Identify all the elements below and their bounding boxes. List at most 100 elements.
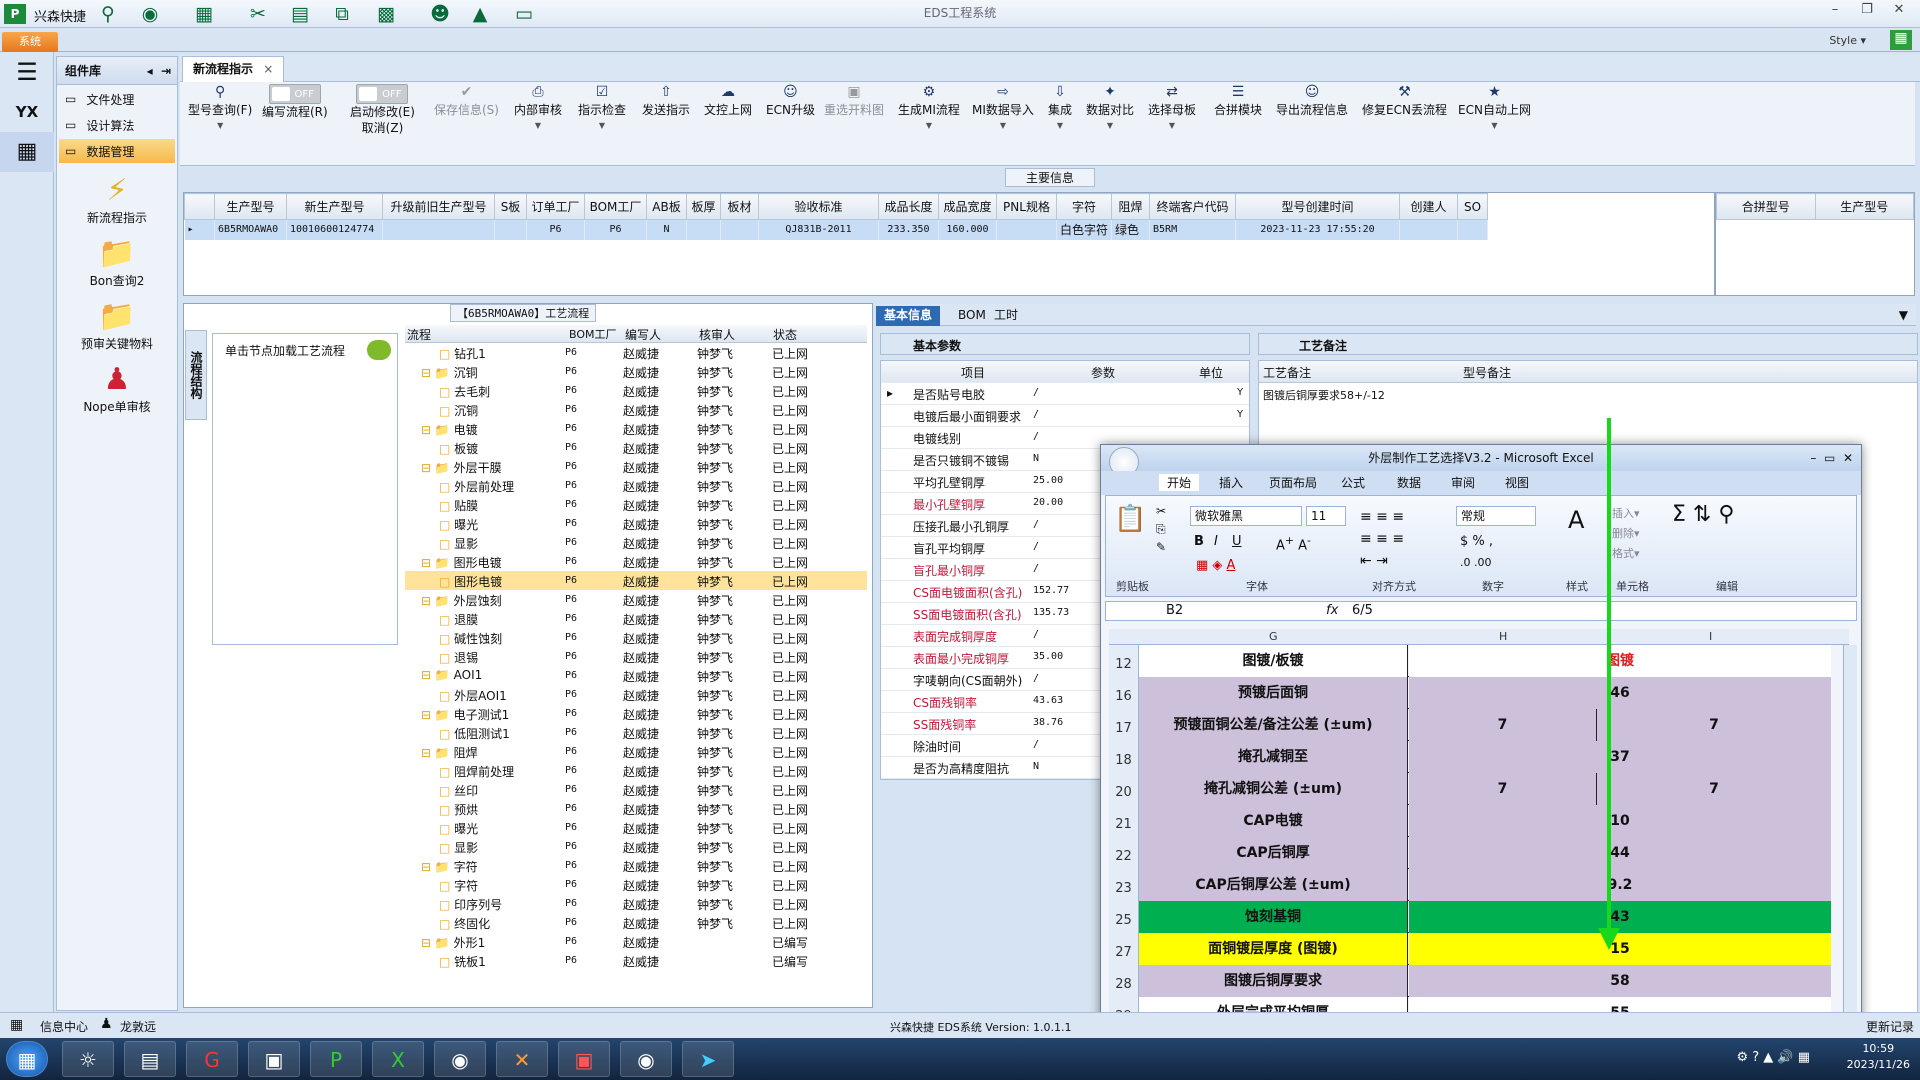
row-number[interactable]: 18 bbox=[1109, 741, 1139, 773]
collapse-icon[interactable]: ◂ ⇥ bbox=[147, 57, 171, 85]
menu-icon[interactable]: ☰ bbox=[0, 52, 54, 92]
ribbon-tab-data[interactable]: 数据 bbox=[1397, 474, 1421, 491]
window-controls-icon[interactable]: – ▭ ✕ bbox=[1810, 445, 1853, 471]
send-instruction-button[interactable]: ⇧ 发送指示 bbox=[642, 84, 690, 118]
tree-row[interactable]: □ 铣板1 P6 赵威捷 已编写 bbox=[405, 951, 867, 970]
col-header[interactable]: 编写人 bbox=[625, 326, 661, 343]
font-grow-icon[interactable]: A+ A- bbox=[1276, 534, 1311, 553]
label-cell[interactable]: CAP后铜厚 bbox=[1139, 837, 1408, 869]
tree-row[interactable]: □ 显影 P6 赵威捷 钟梦飞 已上网 bbox=[405, 533, 867, 552]
param-value[interactable]: / bbox=[1033, 673, 1039, 684]
param-row[interactable]: 电镀后最小面铜要求 / Y bbox=[881, 405, 1249, 427]
lib-new-process[interactable]: ⚡ 新流程指示 bbox=[57, 173, 177, 226]
integrate-button[interactable]: ⇩ 集成 ▼ bbox=[1048, 84, 1072, 134]
tree-node[interactable]: □ 阻焊前处理 bbox=[439, 763, 514, 780]
tree-row[interactable]: ⊟ 📁 电镀 P6 赵威捷 钟梦飞 已上网 bbox=[405, 419, 867, 438]
col-header[interactable]: 终端客户代码 bbox=[1149, 193, 1237, 220]
param-value[interactable]: / bbox=[1033, 431, 1039, 442]
taskbar-shell-icon[interactable]: ☼ bbox=[62, 1041, 114, 1077]
paste-icon[interactable]: 📋 bbox=[1114, 504, 1146, 534]
col-header[interactable]: 板材 bbox=[720, 193, 759, 220]
col-header[interactable]: 成品长度 bbox=[878, 193, 939, 220]
tree-node[interactable]: □ 显影 bbox=[439, 839, 478, 856]
taskbar-eye2-icon[interactable]: ◉ bbox=[620, 1041, 672, 1077]
col-header[interactable]: 订单工厂 bbox=[526, 193, 585, 220]
tree-node[interactable]: □ 印序列号 bbox=[439, 896, 502, 913]
label-cell[interactable]: 图镀后铜厚要求 bbox=[1139, 965, 1408, 997]
underline-icon[interactable]: U bbox=[1232, 534, 1242, 549]
param-value[interactable]: / bbox=[1033, 519, 1039, 530]
tree-row[interactable]: □ 终固化 P6 赵威捷 钟梦飞 已上网 bbox=[405, 913, 867, 932]
param-value[interactable]: / bbox=[1033, 739, 1039, 750]
param-value[interactable]: 20.00 bbox=[1033, 497, 1063, 508]
ecn-auto-online-button[interactable]: ★ ECN自动上网 ▼ bbox=[1458, 84, 1531, 134]
tree-node[interactable]: □ 沉铜 bbox=[439, 402, 478, 419]
tree-node[interactable]: □ 钻孔1 bbox=[439, 345, 486, 362]
col-header[interactable]: G bbox=[1269, 630, 1278, 643]
col-header[interactable]: 工艺备注 bbox=[1263, 364, 1311, 381]
ribbon-tab-layout[interactable]: 页面布局 bbox=[1269, 474, 1317, 491]
col-header[interactable]: 验收标准 bbox=[758, 193, 879, 220]
tab-new-process[interactable]: 新流程指示 × bbox=[182, 56, 285, 82]
italic-icon[interactable]: I bbox=[1214, 534, 1218, 549]
tab-basic-info[interactable]: 基本信息 bbox=[876, 306, 941, 326]
tree-node[interactable]: □ 曝光 bbox=[439, 820, 478, 837]
tab-hours[interactable]: 工时 bbox=[986, 306, 1026, 326]
fix-ecn-button[interactable]: ⚒ 修复ECN丢流程 bbox=[1362, 84, 1447, 118]
taskbar-browser-icon[interactable]: G bbox=[186, 1041, 238, 1077]
font-name-select[interactable]: 微软雅黑 bbox=[1190, 506, 1302, 526]
value-cell[interactable]: 46 bbox=[1409, 677, 1831, 709]
col-header[interactable]: SO bbox=[1457, 193, 1489, 220]
lib-prereview[interactable]: 📁 预审关键物料 bbox=[57, 299, 177, 352]
instruction-check-button[interactable]: ☑ 指示检查 ▼ bbox=[578, 84, 626, 134]
tree-row[interactable]: □ 字符 P6 赵威捷 钟梦飞 已上网 bbox=[405, 875, 867, 894]
bold-icon[interactable]: B bbox=[1194, 534, 1204, 549]
taskbar-excel-icon[interactable]: X bbox=[372, 1041, 424, 1077]
col-header[interactable]: BOM工厂 bbox=[569, 326, 617, 342]
hint-panel[interactable]: 单击节点加载工艺流程 bbox=[212, 333, 398, 645]
col-header[interactable]: I bbox=[1709, 630, 1712, 643]
side-tab-structure[interactable]: 流程结构 bbox=[185, 330, 207, 420]
taskbar-x-icon[interactable]: ✕ bbox=[496, 1041, 548, 1077]
row-number[interactable]: 21 bbox=[1109, 805, 1139, 837]
taskbar-notepad-icon[interactable]: ▤ bbox=[124, 1041, 176, 1077]
row-number[interactable]: 27 bbox=[1109, 933, 1139, 965]
tree-node[interactable]: □ 贴膜 bbox=[439, 497, 478, 514]
tree-node[interactable]: □ 去毛刺 bbox=[439, 383, 490, 400]
value-cell[interactable]: 37 bbox=[1409, 741, 1831, 773]
tray-icons[interactable]: ⚙ ? ▲ 🔊 ▦ bbox=[1736, 1050, 1810, 1065]
mi-import-button[interactable]: ⇨ MI数据导入 ▼ bbox=[972, 84, 1034, 134]
tree-node[interactable]: □ 退膜 bbox=[439, 611, 478, 628]
tree-row[interactable]: □ 丝印 P6 赵威捷 钟梦飞 已上网 bbox=[405, 780, 867, 799]
yx-tools-icon[interactable]: YX bbox=[0, 92, 54, 132]
col-header[interactable]: 新生产型号 bbox=[286, 193, 383, 220]
col-header[interactable]: H bbox=[1499, 630, 1507, 643]
lib-item-design[interactable]: ▭ 设计算法 bbox=[59, 113, 175, 137]
value-cell[interactable]: 10 bbox=[1409, 805, 1831, 837]
param-value[interactable]: 35.00 bbox=[1033, 651, 1063, 662]
row-number[interactable]: 16 bbox=[1109, 677, 1139, 709]
taskbar-eye-icon[interactable]: ◉ bbox=[434, 1041, 486, 1077]
lib-item-file[interactable]: ▭ 文件处理 bbox=[59, 87, 175, 111]
dropdown-icon[interactable]: ▼ bbox=[1891, 306, 1916, 326]
export-process-button[interactable]: ☺ 导出流程信息 bbox=[1276, 84, 1348, 118]
tree-row[interactable]: □ 低阻测试1 P6 赵威捷 钟梦飞 已上网 bbox=[405, 723, 867, 742]
restore-button[interactable]: ❐ bbox=[1852, 2, 1882, 22]
value-cell[interactable]: 9.2 bbox=[1409, 869, 1831, 901]
row-number[interactable]: 23 bbox=[1109, 869, 1139, 901]
value-cell-2[interactable]: 7 bbox=[1597, 709, 1831, 741]
name-box[interactable]: B2 bbox=[1166, 603, 1183, 618]
tree-node[interactable]: □ 外层前处理 bbox=[439, 478, 514, 495]
number-format-select[interactable]: 常规 bbox=[1456, 506, 1536, 526]
close-tab-icon[interactable]: × bbox=[263, 62, 273, 76]
tree-node[interactable]: ⊟ 📁 字符 bbox=[421, 858, 478, 875]
row-number[interactable]: 28 bbox=[1109, 965, 1139, 997]
model-query-button[interactable]: ⚲ 型号查询(F) ▼ bbox=[188, 84, 252, 134]
reselect-layout-button[interactable]: ▣ 重选开料图 bbox=[824, 84, 884, 118]
value-cell[interactable]: 7 bbox=[1409, 709, 1597, 741]
system-tab[interactable]: 系统 bbox=[2, 32, 58, 52]
tree-node[interactable]: ⊟ 📁 电子测试1 bbox=[421, 706, 509, 723]
tree-row[interactable]: ⊟ 📁 沉铜 P6 赵威捷 钟梦飞 已上网 bbox=[405, 362, 867, 381]
label-cell[interactable]: 蚀刻基铜 bbox=[1139, 901, 1408, 933]
col-header[interactable]: PNL规格 bbox=[996, 193, 1057, 220]
